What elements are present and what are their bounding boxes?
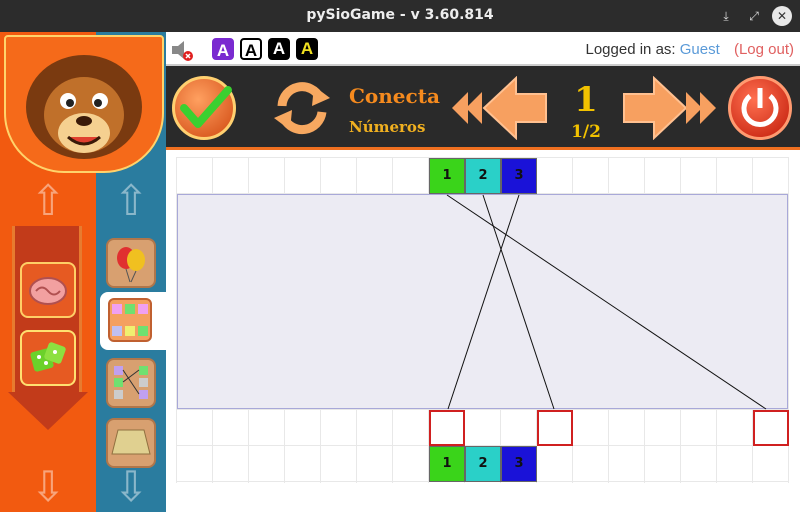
logout-link[interactable]: (Log out): [734, 41, 794, 58]
bottom-number-3[interactable]: 3: [501, 446, 537, 482]
connect-numbers-icon: [108, 298, 152, 342]
reload-button[interactable]: [270, 76, 334, 140]
next-level-button[interactable]: [622, 75, 688, 141]
bottom-number-1[interactable]: 1: [429, 446, 465, 482]
connection-lines: [446, 194, 767, 410]
checkmark-icon: [180, 86, 232, 128]
connection-line-2: [482, 194, 555, 410]
connect-pairs-icon: [114, 366, 148, 399]
game-connect-pairs[interactable]: [106, 358, 156, 408]
drop-target-1[interactable]: [429, 410, 465, 446]
brain-icon: [29, 277, 67, 305]
category-scroll-down-icon[interactable]: ⇩: [10, 462, 86, 511]
lion-mascot-icon: [26, 55, 142, 159]
window-titlebar: pySioGame - v 3.60.814 ⤓ ⤢ ✕: [0, 0, 800, 32]
balloons-icon: [117, 247, 145, 283]
game-connect-numbers[interactable]: [100, 292, 166, 350]
top-number-1[interactable]: 1: [429, 158, 465, 194]
username-link[interactable]: Guest: [680, 41, 720, 58]
first-level-button[interactable]: [450, 86, 484, 130]
game-board: 1 2 3 1 2 3: [176, 157, 789, 483]
game-subtitle: Números: [349, 118, 426, 136]
font-size-badge-2[interactable]: A: [240, 38, 262, 60]
top-number-2[interactable]: 2: [465, 158, 501, 194]
level-progress: 1/2: [571, 122, 601, 142]
game-scroll-up-icon[interactable]: ⇧: [100, 176, 162, 225]
game-balloons[interactable]: [106, 238, 156, 288]
font-size-badge-1[interactable]: A: [212, 38, 234, 60]
game-number-grid[interactable]: [106, 418, 156, 468]
font-size-badge-3[interactable]: A: [268, 38, 290, 60]
double-arrow-left-icon: [452, 92, 482, 124]
window-title: pySioGame - v 3.60.814: [306, 7, 494, 23]
check-button[interactable]: [172, 76, 236, 140]
reload-icon: [274, 82, 330, 135]
arrow-left-icon: [482, 75, 547, 141]
connection-line-3: [447, 194, 520, 410]
minimize-icon[interactable]: ⤓: [716, 6, 736, 26]
game-toolbar: Conecta Números 1 1/2: [166, 66, 800, 150]
game-title: Conecta: [349, 84, 440, 108]
number-grid-icon: [111, 429, 151, 455]
power-icon: [741, 88, 779, 127]
connection-line-1: [446, 194, 767, 410]
category-brain[interactable]: [20, 262, 76, 318]
close-icon[interactable]: ✕: [772, 6, 792, 26]
logo-shield: [4, 35, 164, 173]
category-scroll-up-icon[interactable]: ⇧: [10, 176, 86, 225]
level-number: 1: [574, 80, 598, 120]
drop-target-3[interactable]: [753, 410, 789, 446]
last-level-button[interactable]: [684, 86, 718, 130]
logged-in-label: Logged in as:: [585, 41, 676, 58]
arrow-right-icon: [623, 75, 688, 141]
font-size-badge-4[interactable]: A: [296, 38, 318, 60]
top-number-3[interactable]: 3: [501, 158, 537, 194]
speaker-muted-icon[interactable]: [170, 38, 193, 61]
drop-target-2[interactable]: [537, 410, 573, 446]
previous-level-button[interactable]: [482, 75, 548, 141]
category-dice[interactable]: [20, 330, 76, 386]
info-bar: A A A A Logged in as: Guest (Log out): [166, 32, 800, 66]
game-scroll-down-icon[interactable]: ⇩: [100, 462, 162, 511]
dice-icon: [30, 342, 66, 372]
maximize-icon[interactable]: ⤢: [744, 6, 764, 26]
double-arrow-right-icon: [686, 92, 716, 124]
login-status: Logged in as: Guest (Log out): [586, 41, 795, 58]
exit-button[interactable]: [728, 76, 792, 140]
bottom-number-2[interactable]: 2: [465, 446, 501, 482]
